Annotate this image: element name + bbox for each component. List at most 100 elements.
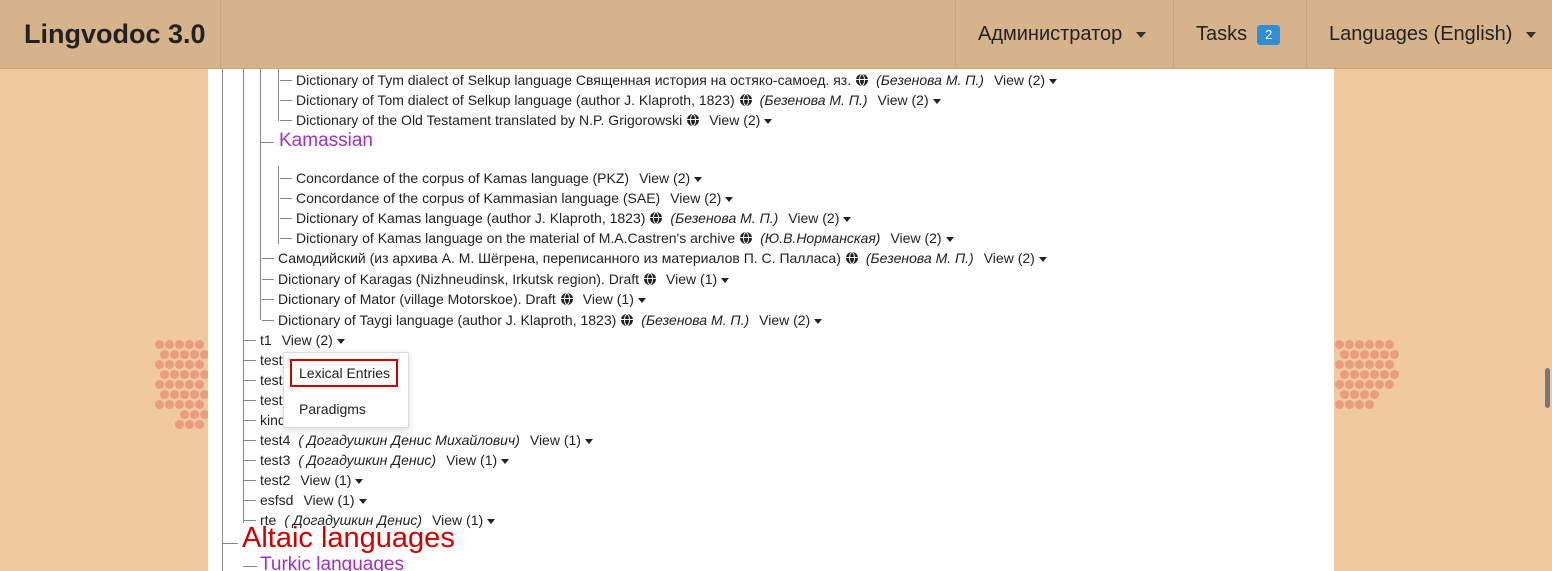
dictionary-title[interactable]: Dictionary of Taygi language (author J. … [278, 312, 616, 328]
dictionary-title[interactable]: Concordance of the corpus of Kamas langu… [296, 170, 629, 186]
caret-down-icon [358, 498, 367, 504]
dictionary-title[interactable]: test2 [260, 472, 290, 488]
dictionary-title[interactable]: Dictionary of the Old Testament translat… [296, 112, 682, 128]
decorative-dot [1355, 340, 1364, 349]
view-dropdown-button[interactable]: View (1) [303, 492, 367, 508]
view-dropdown-button[interactable]: View (2) [788, 210, 852, 226]
view-dropdown-button[interactable]: View (2) [878, 92, 941, 108]
globe-icon [687, 114, 700, 126]
decorative-dot [1385, 360, 1394, 369]
dictionary-title[interactable]: test [260, 352, 283, 368]
dictionary-title[interactable]: Dictionary of Mator (village Motorskoe).… [278, 291, 556, 307]
tree-line [262, 258, 274, 259]
globe-icon [856, 74, 869, 86]
view-dropdown-button[interactable]: View (1) [583, 291, 646, 307]
tasks-menu[interactable]: Tasks 2 [1173, 0, 1306, 68]
dictionary-row: kind [260, 410, 286, 430]
dictionary-title[interactable]: Dictionary of Karagas (Nizhneudinsk, Irk… [278, 271, 639, 287]
tree-line [244, 360, 256, 361]
decorative-dot [1365, 360, 1374, 369]
dictionary-title[interactable]: Concordance of the corpus of Kammasian l… [296, 190, 660, 206]
view-dropdown-button[interactable]: View (2) [639, 170, 703, 186]
tree-line [244, 420, 256, 421]
dictionary-row: Dictionary of Kamas language (author J. … [296, 208, 852, 228]
group-turkic-languages[interactable]: Turkic languages [260, 554, 404, 571]
dropdown-item-paradigms[interactable]: Paradigms [299, 399, 366, 419]
globe-icon [644, 273, 657, 285]
tree-line [262, 299, 274, 300]
decorative-dot [190, 350, 199, 359]
view-dropdown-button[interactable]: View (2) [709, 112, 773, 128]
decorative-dot [1365, 380, 1374, 389]
decorative-dot [170, 370, 179, 379]
decorative-dot [160, 350, 169, 359]
tree-line [280, 80, 292, 81]
tree-line [280, 120, 292, 121]
dictionary-author: ( Догадушкин Денис Михайлович) [298, 432, 520, 448]
vertical-scrollbar[interactable] [1543, 68, 1552, 571]
view-label: View (2) [281, 332, 333, 348]
decorative-dot [1385, 380, 1394, 389]
dictionary-row: t1 View (2) [260, 330, 345, 350]
view-dropdown-button[interactable]: View (2) [994, 72, 1058, 88]
decorative-dot [1380, 350, 1389, 359]
dictionary-title[interactable]: Dictionary of Kamas language (author J. … [296, 210, 645, 226]
dictionary-title[interactable]: Dictionary of Kamas language on the mate… [296, 230, 735, 246]
view-dropdown-button[interactable]: View (2) [759, 312, 823, 328]
decorative-dot [1345, 360, 1354, 369]
decorative-dot [165, 340, 174, 349]
view-dropdown-button[interactable]: View (1) [432, 512, 496, 528]
dictionary-title[interactable]: test4 [260, 432, 290, 448]
dictionary-title[interactable]: rte [260, 512, 276, 528]
view-dropdown-button[interactable]: View (1) [530, 432, 593, 448]
dictionary-title[interactable]: test3 [260, 452, 290, 468]
user-menu[interactable]: Администратор [955, 0, 1172, 68]
view-dropdown-button[interactable]: View (2) [890, 230, 954, 246]
dictionary-title[interactable]: t1 [260, 332, 272, 348]
decorative-dot [1345, 340, 1354, 349]
globe-icon [739, 94, 752, 106]
view-dropdown-button[interactable]: View (2) [984, 250, 1047, 266]
dictionary-title[interactable]: esfsd [260, 492, 293, 508]
view-label: View (1) [432, 512, 484, 528]
dictionary-title[interactable]: Самодийский (из архива А. М. Шёгрена, пе… [278, 250, 841, 266]
languages-menu[interactable]: Languages (English) [1306, 0, 1552, 68]
dictionary-title[interactable]: test [260, 392, 283, 408]
dictionary-row: Dictionary of Taygi language (author J. … [278, 310, 823, 330]
decorative-dot [185, 400, 194, 409]
tree-line [280, 178, 292, 179]
app-brand[interactable]: Lingvodoc 3.0 [24, 0, 206, 68]
scrollbar-thumb[interactable] [1545, 368, 1550, 408]
group-kamassian[interactable]: Kamassian [279, 130, 373, 152]
dictionary-title[interactable]: Dictionary of Tym dialect of Selkup lang… [296, 72, 851, 88]
view-dropdown-button[interactable]: View (1) [446, 452, 510, 468]
dictionary-row: Dictionary of Tom dialect of Selkup lang… [296, 90, 941, 110]
view-dropdown-button[interactable]: View (1) [300, 472, 364, 488]
tree-line [243, 566, 257, 567]
decorative-dot [160, 390, 169, 399]
dictionary-row: test2 View (1) [260, 470, 364, 490]
decorative-dot [1375, 380, 1384, 389]
dropdown-item-lexical-entries[interactable]: Lexical Entries [299, 363, 390, 383]
decorative-dot [180, 350, 189, 359]
dictionary-title[interactable]: Dictionary of Tom dialect of Selkup lang… [296, 92, 735, 108]
decorative-dot [165, 360, 174, 369]
decorative-dot [195, 340, 204, 349]
view-dropdown-button[interactable]: View (2) [282, 332, 345, 348]
dictionary-title[interactable]: test [260, 372, 283, 388]
decorative-dot [195, 380, 204, 389]
dictionary-title[interactable]: kind [260, 412, 286, 428]
view-dropdown-button[interactable]: View (2) [670, 190, 734, 206]
decorative-dot [175, 360, 184, 369]
dictionary-row: Dictionary of Tym dialect of Selkup lang… [296, 70, 1058, 90]
view-dropdown-button[interactable]: View (1) [666, 271, 730, 287]
tree-line [260, 68, 261, 320]
decorative-dot [1355, 380, 1364, 389]
dictionary-row: Dictionary of the Old Testament translat… [296, 110, 773, 130]
view-label: View (2) [877, 92, 929, 108]
decorative-dot [1360, 390, 1369, 399]
view-label: View (1) [582, 291, 634, 307]
tree-line [260, 142, 274, 143]
caret-down-icon [945, 236, 954, 242]
view-label: View (1) [666, 271, 718, 287]
